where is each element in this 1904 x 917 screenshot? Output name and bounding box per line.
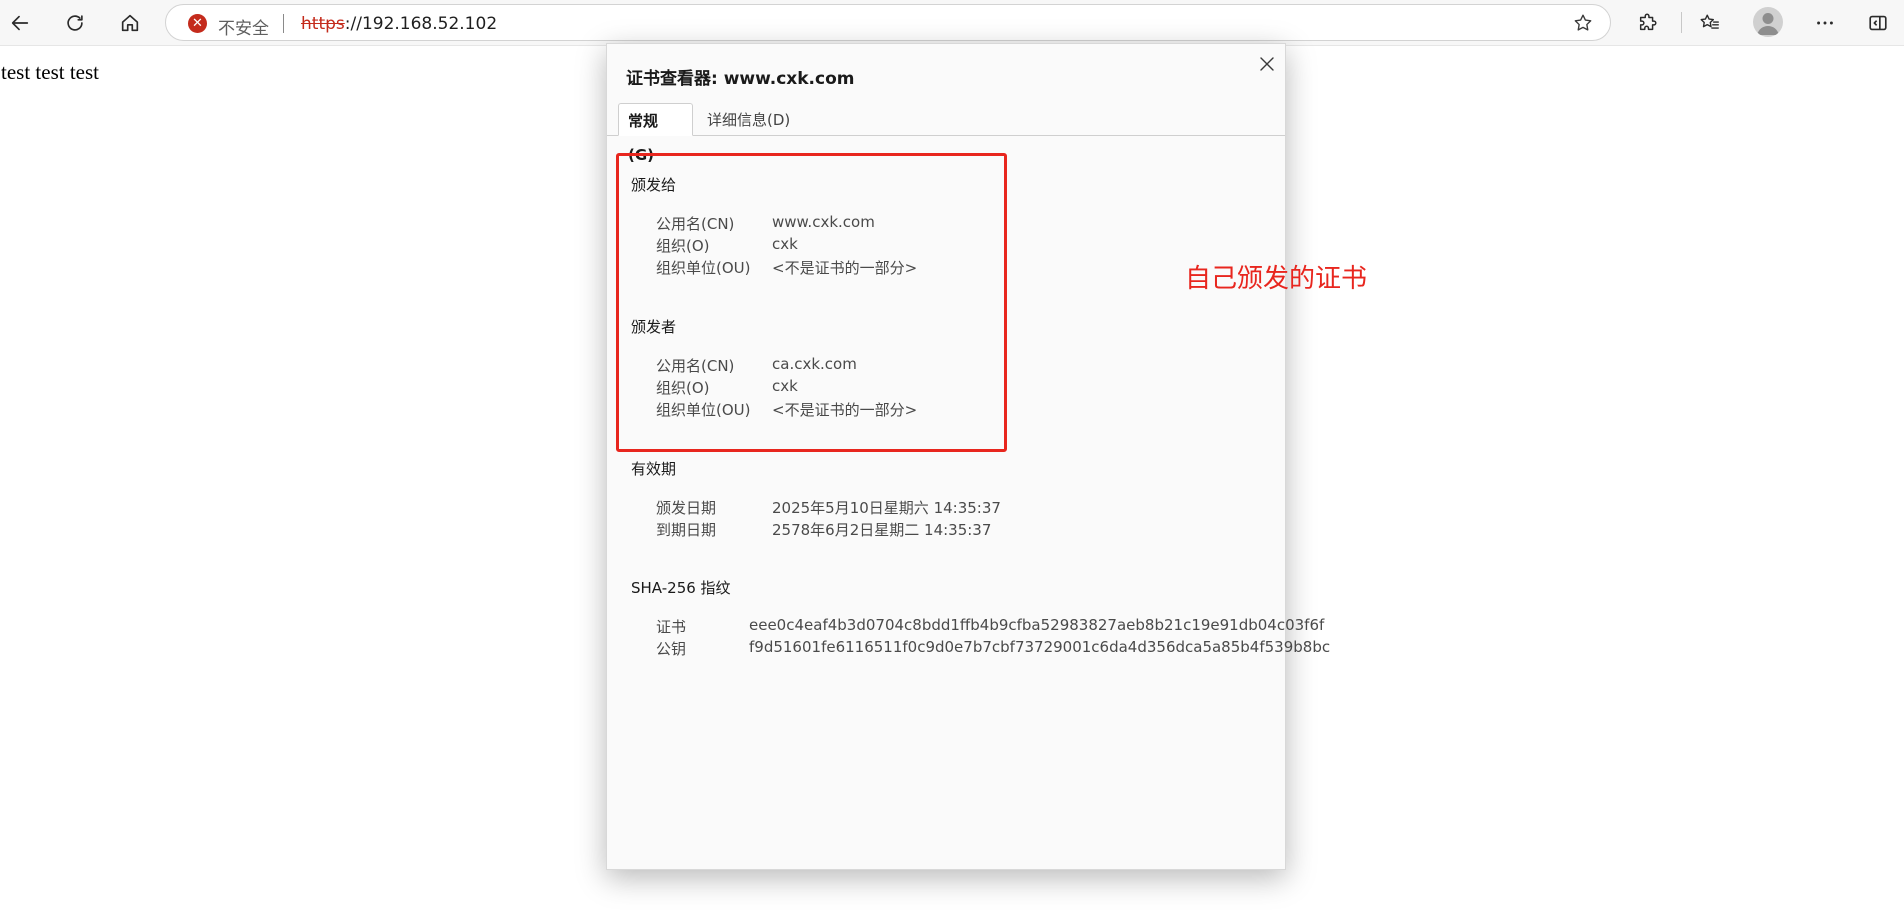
annotation-text: 自己颁发的证书 bbox=[1185, 264, 1368, 294]
home-icon bbox=[121, 14, 139, 32]
issue-date-value: 2025年5月10日星期六 14:35:37 bbox=[772, 499, 1001, 517]
cert-fingerprint-label: 证书 bbox=[656, 618, 687, 636]
issued-by-cn-value: ca.cxk.com bbox=[772, 355, 857, 373]
issued-to-cn-label: 公用名(CN) bbox=[656, 215, 735, 233]
issued-to-heading: 颁发给 bbox=[631, 176, 677, 194]
refresh-icon bbox=[67, 15, 83, 31]
more-icon bbox=[1817, 21, 1833, 25]
sidebar-icon bbox=[1869, 15, 1887, 31]
favorite-star-icon[interactable] bbox=[1572, 12, 1594, 34]
tab-details[interactable]: 详细信息(D) bbox=[698, 103, 799, 136]
url-scheme: https bbox=[301, 14, 345, 34]
page-body-text: test test test bbox=[1, 60, 99, 84]
issued-to-ou-label: 组织单位(OU) bbox=[656, 259, 751, 277]
issued-by-cn-label: 公用名(CN) bbox=[656, 357, 735, 375]
more-button[interactable] bbox=[1808, 6, 1842, 40]
issued-to-cn-value: www.cxk.com bbox=[772, 213, 875, 231]
back-icon bbox=[11, 15, 29, 31]
security-status-label[interactable]: 不安全 bbox=[218, 14, 269, 39]
issued-to-o-value: cxk bbox=[772, 235, 798, 253]
address-separator bbox=[283, 14, 284, 33]
issued-to-ou-value: <不是证书的一部分> bbox=[772, 259, 918, 277]
pubkey-fingerprint-label: 公钥 bbox=[656, 640, 687, 658]
address-bar[interactable]: ✕ 不安全 https://192.168.52.102 bbox=[165, 4, 1611, 41]
profile-avatar-icon[interactable] bbox=[1753, 7, 1783, 37]
expiry-date-label: 到期日期 bbox=[656, 521, 717, 539]
refresh-button[interactable] bbox=[58, 6, 92, 40]
extensions-icon bbox=[1639, 13, 1657, 31]
favorites-button[interactable] bbox=[1693, 6, 1727, 40]
issued-to-o-label: 组织(O) bbox=[656, 237, 710, 255]
issued-by-heading: 颁发者 bbox=[631, 318, 677, 336]
tab-general[interactable]: 常规(G) bbox=[618, 103, 693, 164]
certificate-viewer-dialog: 证书查看器: www.cxk.com 常规(G) 详细信息(D) 颁发给 公用名… bbox=[606, 43, 1330, 870]
close-button[interactable] bbox=[1255, 52, 1279, 76]
toolbar-separator bbox=[1681, 12, 1682, 33]
back-button[interactable] bbox=[3, 6, 37, 40]
favorites-icon bbox=[1700, 14, 1719, 29]
issued-by-o-label: 组织(O) bbox=[656, 379, 710, 397]
url-host: ://192.168.52.102 bbox=[344, 14, 498, 34]
not-secure-icon[interactable]: ✕ bbox=[188, 14, 207, 33]
close-icon bbox=[1260, 57, 1274, 71]
issued-by-ou-label: 组织单位(OU) bbox=[656, 401, 751, 419]
extensions-button[interactable] bbox=[1631, 6, 1665, 40]
cert-fingerprint-value: eee0c4eaf4b3d0704c8bdd1ffb4b9cfba5298382… bbox=[749, 616, 1325, 634]
pubkey-fingerprint-value: f9d51601fe6116511f0c9d0e7b7cbf73729001c6… bbox=[749, 638, 1331, 656]
validity-heading: 有效期 bbox=[631, 460, 677, 478]
fingerprints-heading: SHA-256 指纹 bbox=[631, 579, 731, 597]
url-text[interactable]: https://192.168.52.102 bbox=[301, 14, 497, 34]
dialog-title: 证书查看器: www.cxk.com bbox=[626, 69, 855, 89]
issued-by-o-value: cxk bbox=[772, 377, 798, 395]
expiry-date-value: 2578年6月2日星期二 14:35:37 bbox=[772, 521, 992, 539]
dialog-tabs: 常规(G) 详细信息(D) bbox=[607, 103, 1285, 164]
issued-by-ou-value: <不是证书的一部分> bbox=[772, 401, 918, 419]
browser-toolbar: ✕ 不安全 https://192.168.52.102 bbox=[0, 0, 1904, 46]
issue-date-label: 颁发日期 bbox=[656, 499, 717, 517]
sidebar-toggle-button[interactable] bbox=[1861, 6, 1895, 40]
home-button[interactable] bbox=[113, 6, 147, 40]
